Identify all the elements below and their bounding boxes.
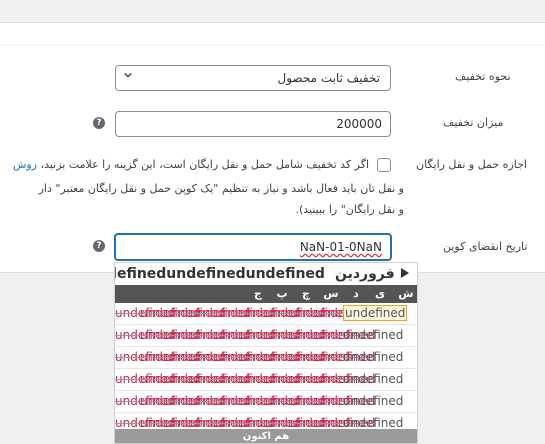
- top-band: [0, 0, 545, 22]
- help-icon[interactable]: ?: [93, 240, 105, 252]
- next-month-icon[interactable]: [401, 268, 409, 278]
- expiry-date-value: NaN-01-0NaN: [299, 240, 382, 254]
- calendar-week-row: undefined undefined undefined undefined unde…: [115, 303, 417, 325]
- expiry-date-label: تاریخ انقضای کوپن: [443, 240, 528, 253]
- calendar-day-cell[interactable]: undefined: [343, 372, 403, 386]
- discount-amount-label: میزان تخفیف: [443, 116, 504, 129]
- weekday-header: ش ی د س چ پ ج: [115, 285, 417, 303]
- datepicker-header: فروردین undefinedundefinedundefined: [115, 263, 417, 285]
- free-shipping-methods-link[interactable]: روش: [13, 158, 37, 171]
- weekday-thu: پ: [276, 287, 288, 300]
- weekday-fri: ج: [254, 287, 262, 300]
- calendar-day-cell[interactable]: undefined: [343, 350, 403, 364]
- discount-amount-value: 200000: [336, 117, 382, 131]
- help-icon[interactable]: ?: [93, 117, 105, 129]
- datepicker-popup: فروردین undefinedundefinedundefined ش ی …: [114, 262, 418, 444]
- today-button[interactable]: هم اکنون: [115, 429, 417, 443]
- weekday-wed: چ: [302, 287, 310, 300]
- free-shipping-desc-line3: و نقل رایگان" را ببینید).: [295, 203, 404, 216]
- calendar-week-row: undefined undefined undefined undefined unde…: [115, 369, 417, 391]
- discount-type-select[interactable]: تخفیف ثابت محصول: [115, 65, 391, 91]
- free-shipping-desc-line2: و نقل تان باید فعال باشد و نیاز به تنظیم…: [38, 182, 404, 195]
- datepicker-year: undefinedundefinedundefined: [115, 266, 325, 282]
- free-shipping-label: اجازه حمل و نقل رایگان: [416, 158, 527, 171]
- chevron-down-icon: [124, 72, 132, 78]
- weekday-tue: س: [323, 287, 339, 300]
- free-shipping-desc-text: اگر کد تخفیف شامل حمل و نقل رایگان است، …: [37, 158, 369, 171]
- weekday-mon: د: [353, 287, 359, 300]
- calendar-day-cell[interactable]: undefined: [343, 416, 403, 430]
- free-shipping-checkbox[interactable]: [377, 158, 391, 172]
- datepicker-grid: undefined undefined undefined undefined unde…: [115, 303, 417, 435]
- calendar-week-row: undefined undefined undefined undefined unde…: [115, 391, 417, 413]
- calendar-day-cell[interactable]: undefined: [343, 328, 403, 342]
- discount-amount-input[interactable]: 200000: [115, 111, 391, 137]
- panel-divider: [0, 44, 545, 55]
- discount-type-value: تخفیف ثابت محصول: [277, 71, 380, 85]
- weekday-sat: ش: [398, 287, 414, 300]
- free-shipping-desc-line1: اگر کد تخفیف شامل حمل و نقل رایگان است، …: [13, 158, 369, 171]
- weekday-sun: ی: [374, 287, 386, 300]
- calendar-day-cell[interactable]: undefined: [343, 394, 403, 408]
- expiry-date-input[interactable]: NaN-01-0NaN: [114, 233, 392, 261]
- calendar-week-row: undefined undefined undefined undefined unde…: [115, 347, 417, 369]
- calendar-day-cell[interactable]: undefined: [343, 305, 408, 321]
- datepicker-month: فروردین: [335, 266, 395, 282]
- calendar-week-row: undefined undefined undefined undefined unde…: [115, 325, 417, 347]
- discount-type-label: نحوه تخفیف: [455, 70, 511, 83]
